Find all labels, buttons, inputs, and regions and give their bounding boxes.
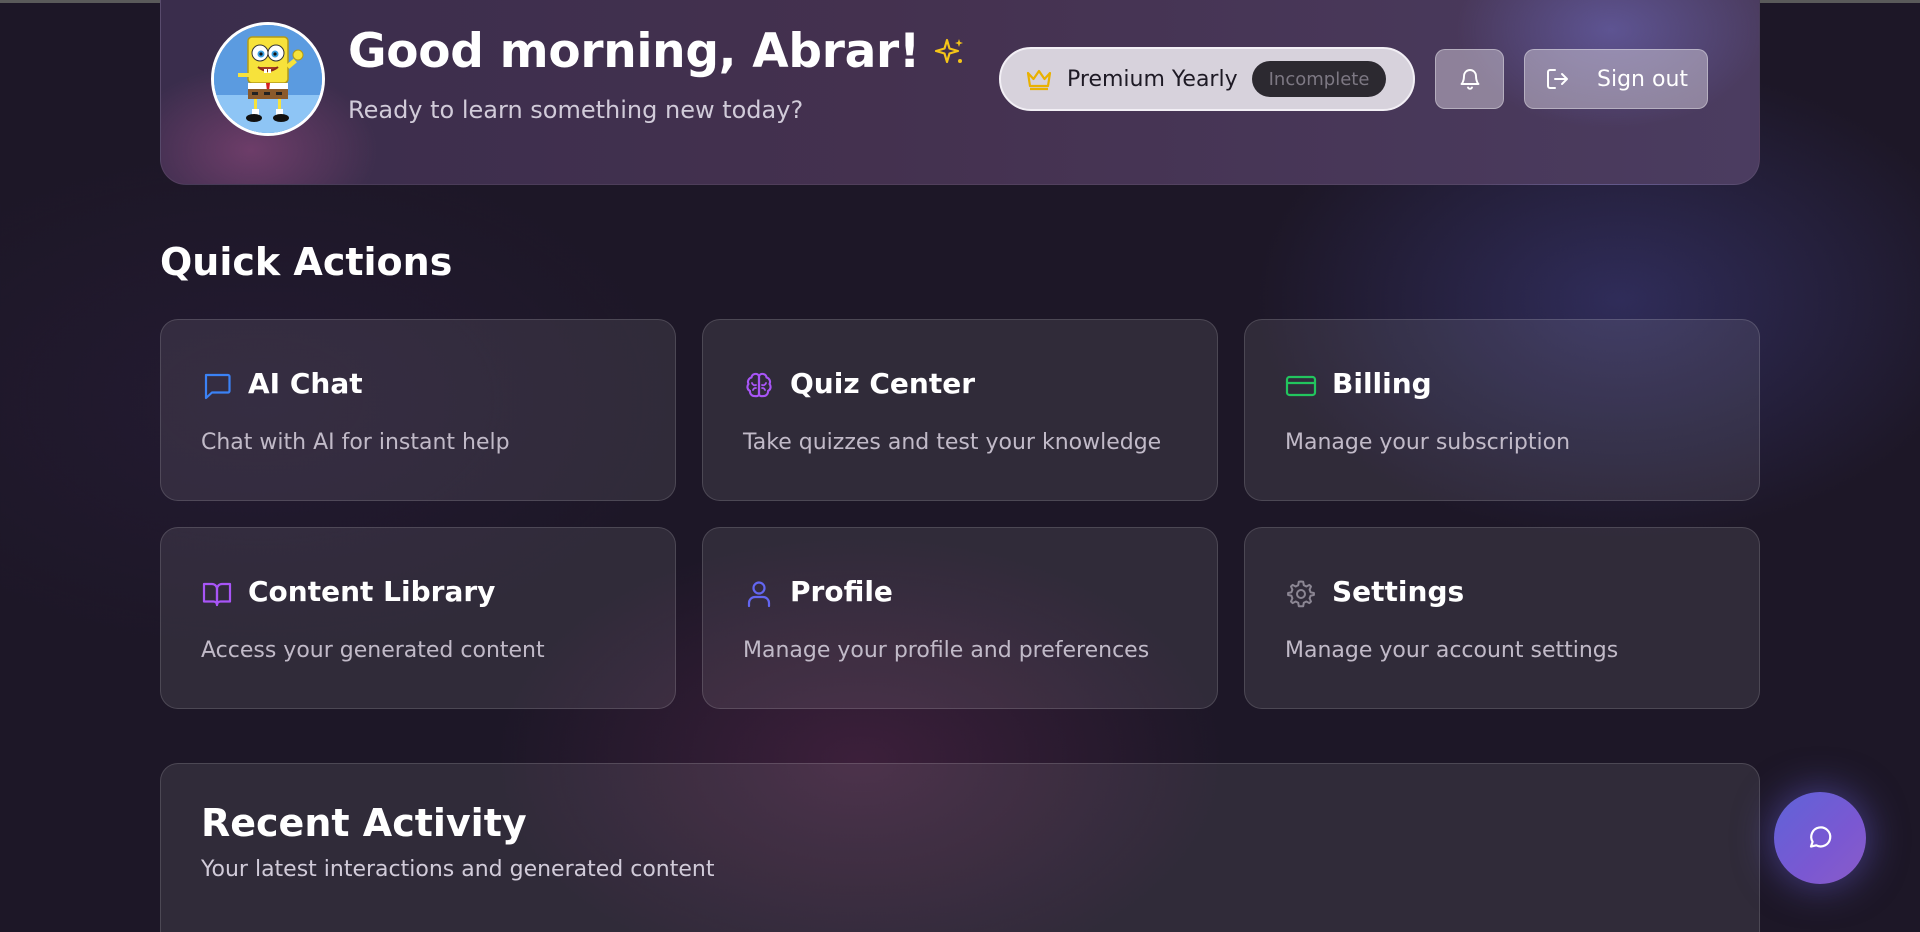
dashboard-header: Good morning, Abrar! Ready to learn some… [160, 0, 1760, 185]
recent-activity-subtitle: Your latest interactions and generated c… [201, 857, 715, 882]
plan-status-badge: Incomplete [1251, 61, 1387, 97]
quick-action-quiz-center[interactable]: Quiz Center Take quizzes and test your k… [702, 319, 1218, 501]
notifications-button[interactable] [1435, 49, 1504, 109]
card-title: Profile [790, 575, 893, 608]
quick-action-profile[interactable]: Profile Manage your profile and preferen… [702, 527, 1218, 709]
quick-action-content-library[interactable]: Content Library Access your generated co… [160, 527, 676, 709]
quick-action-ai-chat[interactable]: AI Chat Chat with AI for instant help [160, 319, 676, 501]
sparkles-icon [934, 38, 964, 63]
card-description: Manage your profile and preferences [743, 638, 1150, 663]
sign-out-button[interactable]: Sign out [1524, 49, 1708, 109]
greeting-subtitle: Ready to learn something new today? [348, 96, 804, 124]
subscription-badge[interactable]: Premium Yearly Incomplete [999, 47, 1415, 111]
card-description: Access your generated content [201, 638, 545, 663]
card-title: AI Chat [248, 367, 363, 400]
card-description: Manage your account settings [1285, 638, 1619, 663]
quick-actions-title: Quick Actions [160, 240, 453, 284]
log-out-icon [1547, 69, 1568, 89]
avatar[interactable] [211, 22, 325, 136]
card-title: Content Library [248, 575, 496, 608]
card-description: Manage your subscription [1285, 430, 1571, 455]
credit-card-icon [1285, 375, 1317, 397]
message-circle-icon [1809, 826, 1832, 848]
card-title: Settings [1332, 575, 1465, 608]
card-description: Take quizzes and test your knowledge [743, 430, 1162, 455]
crown-icon [1026, 69, 1052, 91]
message-square-icon [204, 373, 231, 400]
user-icon [747, 581, 771, 608]
chat-fab-button[interactable] [1774, 792, 1866, 884]
greeting-text: Good morning, Abrar! [348, 24, 921, 79]
plan-name: Premium Yearly [1067, 66, 1238, 92]
recent-activity-title: Recent Activity [201, 801, 527, 845]
sign-out-label: Sign out [1597, 66, 1689, 92]
bell-icon [1460, 69, 1479, 90]
card-title: Billing [1332, 367, 1432, 400]
card-description: Chat with AI for instant help [201, 430, 510, 455]
gear-icon [1287, 580, 1315, 608]
recent-activity-panel: Recent Activity Your latest interactions… [160, 763, 1760, 932]
card-title: Quiz Center [790, 367, 976, 400]
greeting-heading: Good morning, Abrar! [348, 24, 966, 79]
avatar-image [214, 25, 322, 133]
quick-action-settings[interactable]: Settings Manage your account settings [1244, 527, 1760, 709]
brain-icon [746, 372, 772, 398]
book-open-icon [202, 582, 232, 607]
quick-action-billing[interactable]: Billing Manage your subscription [1244, 319, 1760, 501]
